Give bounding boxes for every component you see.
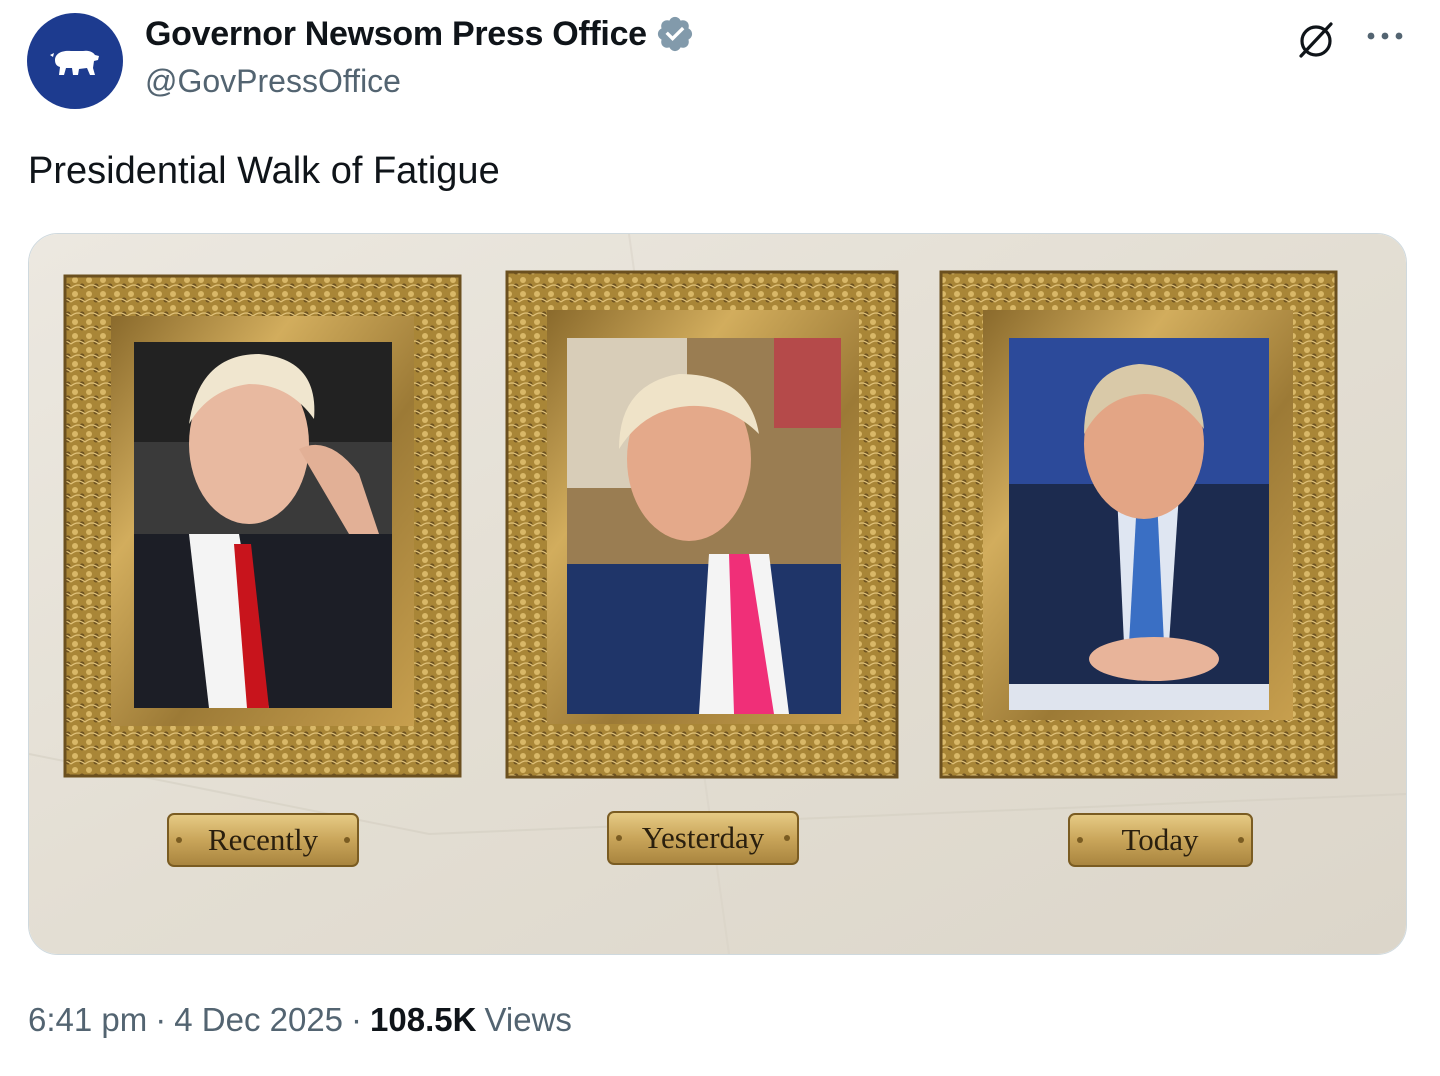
portrait-gallery-image: Recently Yesterday Today [29, 234, 1406, 954]
author-name[interactable]: Governor Newsom Press Office [145, 15, 647, 54]
portrait-frame-recently [63, 274, 462, 778]
grok-icon [1299, 22, 1333, 58]
avatar[interactable] [27, 13, 123, 109]
tweet-text: Presidential Walk of Fatigue [28, 150, 500, 192]
plaque-label-today: Today [1121, 822, 1199, 857]
author-name-row[interactable]: Governor Newsom Press Office [145, 14, 695, 54]
tweet-date[interactable]: 4 Dec 2025 [174, 1001, 343, 1039]
tweet-image[interactable]: Recently Yesterday Today [28, 233, 1407, 955]
views-label: Views [484, 1001, 572, 1038]
grok-button[interactable] [1294, 18, 1338, 62]
tweet-footer: 6:41 pm · 4 Dec 2025 · 108.5K Views [28, 1001, 572, 1039]
verified-badge-icon [657, 16, 692, 52]
more-icon [1367, 32, 1403, 40]
author-handle[interactable]: @GovPressOffice [145, 63, 401, 100]
views-count: 108.5K [370, 1001, 477, 1038]
bear-icon [50, 50, 99, 75]
separator: · [351, 1001, 363, 1038]
separator: · [155, 1001, 167, 1038]
portrait-frame-yesterday [505, 270, 899, 779]
plaque-label-yesterday: Yesterday [642, 820, 765, 855]
more-button[interactable] [1360, 18, 1410, 54]
tweet-time[interactable]: 6:41 pm [28, 1001, 147, 1039]
portrait-frame-today [939, 270, 1338, 779]
plaque-label-recently: Recently [208, 822, 319, 857]
